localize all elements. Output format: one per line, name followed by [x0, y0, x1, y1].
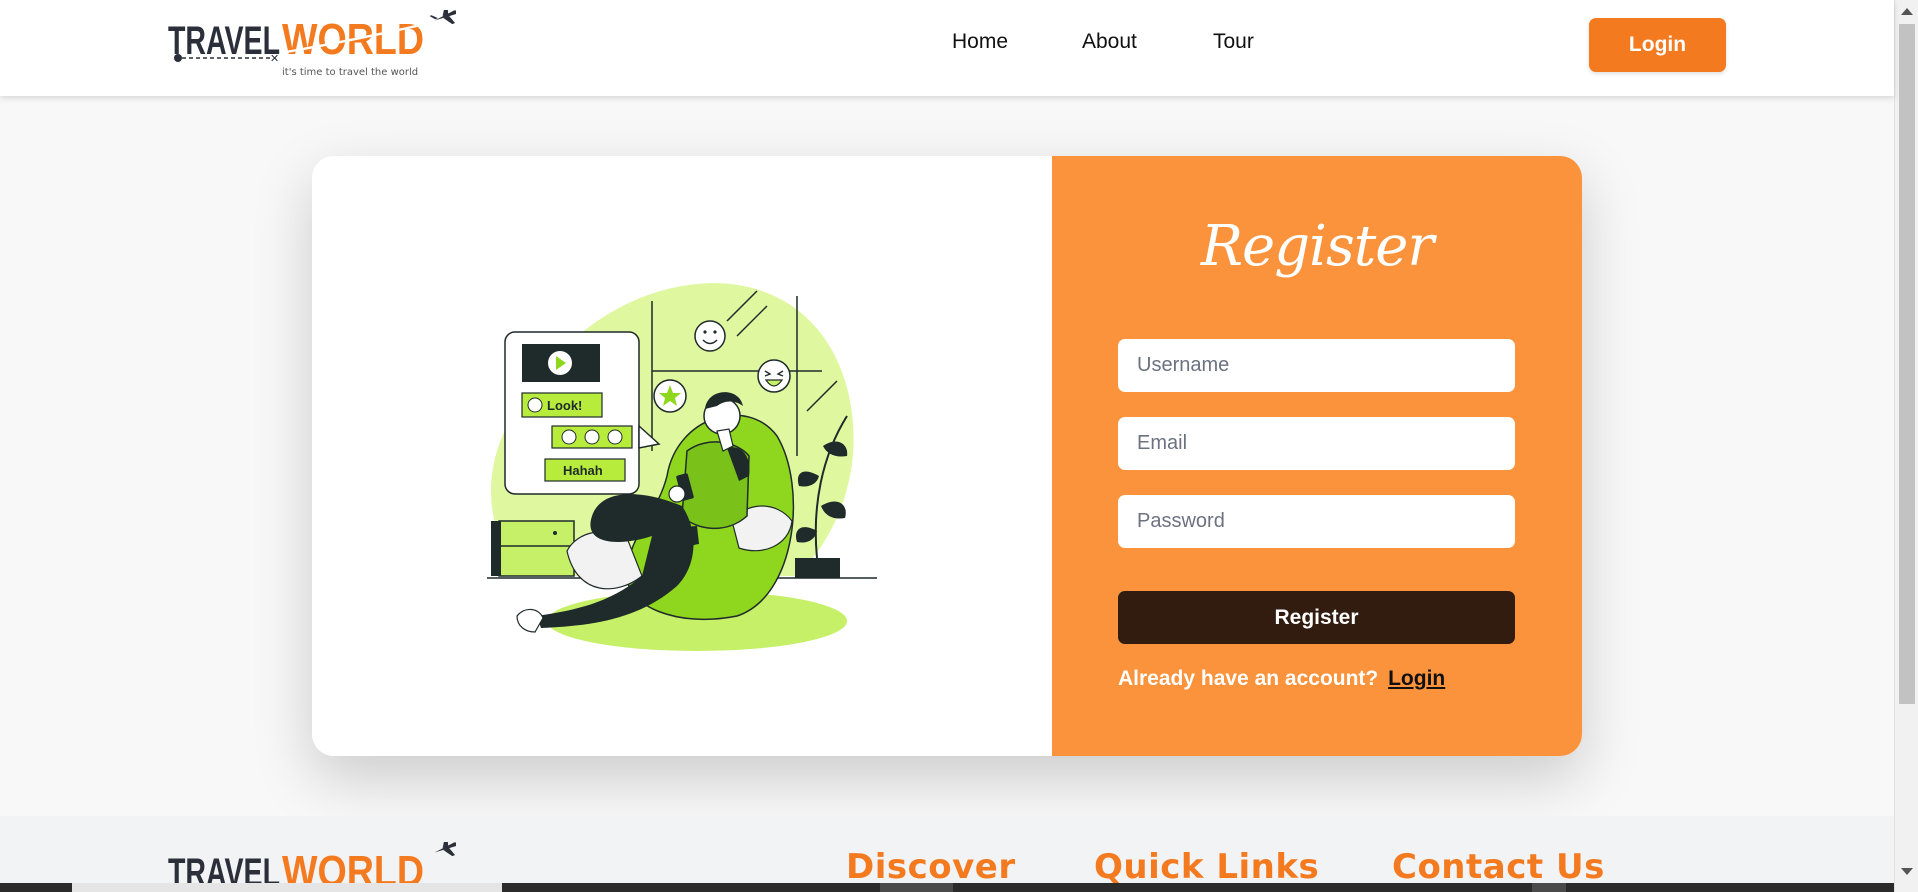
footer-heading-discover: Discover	[846, 847, 1016, 883]
logo-tagline: it's time to travel the world	[282, 67, 418, 78]
scroll-down-arrow-icon[interactable]	[1901, 868, 1913, 875]
footer-heading-quick-links: Quick Links	[1094, 847, 1320, 883]
chat-bubble-look: Look!	[547, 398, 582, 413]
register-panel: Register Register Already have an accoun…	[1052, 156, 1582, 756]
airplane-icon	[429, 10, 456, 25]
svg-text:✕: ✕	[270, 52, 279, 65]
page-scrollbar[interactable]	[1894, 0, 1918, 892]
login-prompt-text: Already have an account?	[1118, 667, 1379, 690]
footer-heading-contact-us: Contact Us	[1392, 847, 1605, 883]
site-header: TRAVEL WORLD ✕ it's time to travel the w…	[0, 0, 1894, 96]
scroll-up-arrow-icon[interactable]	[1901, 8, 1913, 15]
star-icon	[653, 379, 687, 413]
main-nav: Home About Tour	[952, 30, 1273, 54]
chat-illustration: Look! Hahah	[477, 276, 892, 656]
email-input[interactable]	[1118, 417, 1515, 470]
register-submit-button[interactable]: Register	[1118, 591, 1515, 644]
nav-about[interactable]: About	[1082, 30, 1213, 54]
username-input[interactable]	[1118, 339, 1515, 392]
login-prompt: Already have an account? Login	[1118, 667, 1445, 691]
illustration-panel: Look! Hahah	[312, 156, 1052, 756]
scrollbar-thumb[interactable]	[1899, 24, 1915, 704]
travelworld-logo[interactable]: TRAVEL WORLD ✕ it's time to travel the w…	[166, 10, 456, 82]
nav-tour[interactable]: Tour	[1213, 30, 1273, 54]
airplane-icon	[434, 842, 456, 857]
main-content: Look! Hahah Register Username Email Regi…	[0, 96, 1894, 816]
bottom-overlay-bar	[0, 883, 1894, 892]
chat-bubble-haha: Hahah	[563, 463, 603, 478]
play-icon	[548, 351, 572, 375]
laughing-emoji-icon	[757, 359, 791, 393]
site-footer: TRAVEL WORLD Discover Quick Links Contac…	[0, 816, 1894, 883]
footer-logo-word-world: WORLD	[282, 847, 424, 883]
smiley-icon	[694, 320, 726, 352]
footer-logo-word-travel: TRAVEL	[168, 851, 280, 883]
logo-word-travel: TRAVEL	[168, 19, 280, 63]
header-login-button[interactable]: Login	[1589, 18, 1726, 72]
register-card: Look! Hahah Register Username Email Regi…	[312, 156, 1582, 756]
register-title: Register	[1200, 214, 1434, 279]
footer-logo[interactable]: TRAVEL WORLD	[166, 842, 456, 883]
nav-home[interactable]: Home	[952, 30, 1082, 54]
login-link[interactable]: Login	[1388, 667, 1445, 690]
password-input[interactable]	[1118, 495, 1515, 548]
